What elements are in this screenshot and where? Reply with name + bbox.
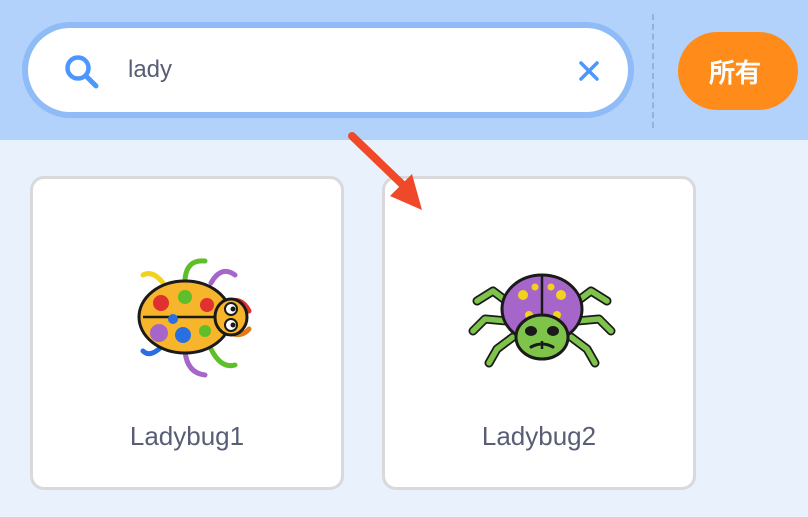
search-field-container[interactable] (28, 28, 628, 112)
close-icon[interactable] (576, 58, 602, 84)
ladybug2-sprite-icon (468, 273, 616, 368)
search-icon (65, 55, 99, 89)
pointer-arrow-icon (348, 132, 422, 210)
search-bar-area: 所有 (0, 0, 808, 140)
divider (652, 14, 654, 128)
sprite-name: Ladybug1 (129, 421, 245, 451)
ladybug1-sprite-icon (137, 258, 252, 378)
sprite-name: Ladybug2 (481, 421, 597, 451)
search-box (22, 22, 634, 118)
sprite-card-ladybug1[interactable]: Ladybug1 (30, 176, 344, 490)
filter-all-button[interactable]: 所有 (678, 32, 798, 110)
search-input[interactable] (128, 48, 548, 92)
